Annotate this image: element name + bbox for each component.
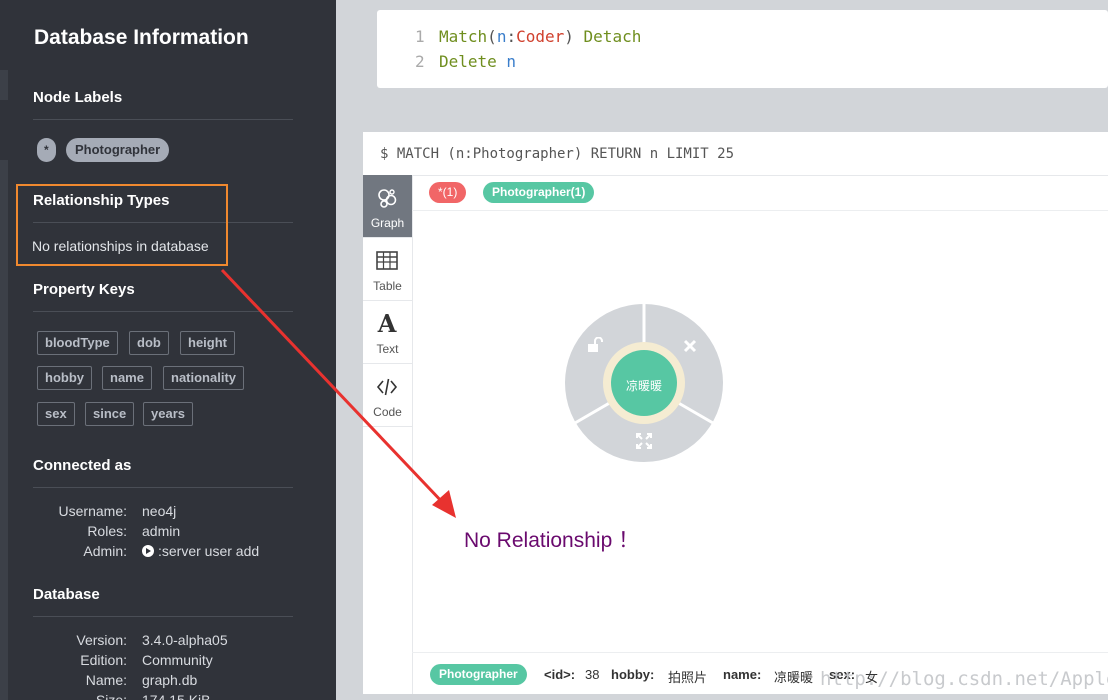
annotation-arrow: [220, 268, 456, 518]
no-relationship-annotation: No Relationship ！: [464, 529, 640, 552]
watermark: http://blog.csdn.net/Appleyk: [820, 668, 1108, 690]
